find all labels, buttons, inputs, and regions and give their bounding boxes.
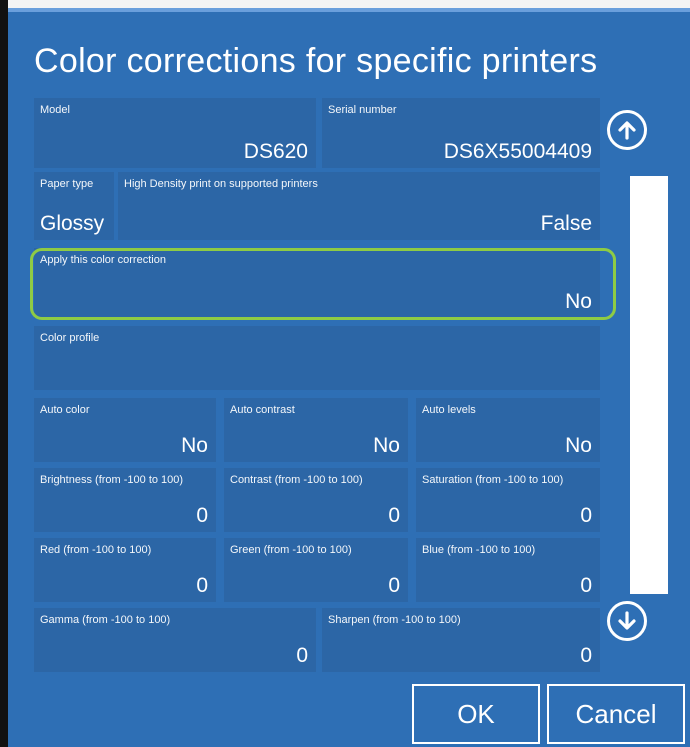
blue-field[interactable]: Blue (from -100 to 100) 0: [416, 538, 600, 602]
high-density-field[interactable]: High Density print on supported printers…: [118, 172, 600, 240]
arrow-down-circle-icon: [618, 611, 636, 630]
saturation-label: Saturation (from -100 to 100): [422, 474, 564, 486]
serial-number-field[interactable]: Serial number DS6X55004409: [322, 98, 600, 168]
serial-number-value: DS6X55004409: [443, 140, 592, 163]
auto-color-field[interactable]: Auto color No: [34, 398, 216, 462]
window-top-edge: [8, 0, 690, 8]
brightness-value: 0: [196, 504, 208, 527]
paper-type-label: Paper type: [40, 178, 94, 190]
auto-color-label: Auto color: [40, 404, 90, 416]
scroll-down-button[interactable]: [607, 601, 647, 641]
sharpen-value: 0: [580, 644, 592, 667]
auto-contrast-field[interactable]: Auto contrast No: [224, 398, 408, 462]
apply-correction-highlight: [30, 248, 616, 320]
auto-contrast-value: No: [373, 434, 400, 457]
model-field[interactable]: Model DS620: [34, 98, 316, 168]
color-corrections-dialog: Color corrections for specific printers …: [8, 8, 690, 747]
red-value: 0: [196, 574, 208, 597]
arrow-up-circle-icon: [618, 121, 636, 140]
high-density-label: High Density print on supported printers: [124, 178, 318, 190]
sharpen-field[interactable]: Sharpen (from -100 to 100) 0: [322, 608, 600, 672]
saturation-field[interactable]: Saturation (from -100 to 100) 0: [416, 468, 600, 532]
window-left-edge: [0, 0, 8, 747]
auto-levels-value: No: [565, 434, 592, 457]
scroll-up-button[interactable]: [607, 110, 647, 150]
gamma-value: 0: [296, 644, 308, 667]
serial-number-label: Serial number: [328, 104, 397, 116]
auto-levels-label: Auto levels: [422, 404, 476, 416]
auto-contrast-label: Auto contrast: [230, 404, 295, 416]
gamma-label: Gamma (from -100 to 100): [40, 614, 171, 626]
auto-color-value: No: [181, 434, 208, 457]
green-label: Green (from -100 to 100): [230, 544, 352, 556]
ok-button[interactable]: OK: [412, 684, 540, 744]
contrast-field[interactable]: Contrast (from -100 to 100) 0: [224, 468, 408, 532]
dialog-title: Color corrections for specific printers: [34, 42, 598, 80]
brightness-label: Brightness (from -100 to 100): [40, 474, 184, 486]
model-label: Model: [40, 104, 70, 116]
color-profile-field[interactable]: Color profile: [34, 326, 600, 390]
high-density-value: False: [540, 212, 592, 235]
paper-type-value: Glossy: [40, 212, 105, 235]
contrast-label: Contrast (from -100 to 100): [230, 474, 363, 486]
gamma-field[interactable]: Gamma (from -100 to 100) 0: [34, 608, 316, 672]
blue-value: 0: [580, 574, 592, 597]
green-field[interactable]: Green (from -100 to 100) 0: [224, 538, 408, 602]
color-profile-label: Color profile: [40, 332, 100, 344]
auto-levels-field[interactable]: Auto levels No: [416, 398, 600, 462]
cancel-button[interactable]: Cancel: [547, 684, 685, 744]
scrollbar-track[interactable]: [630, 176, 668, 594]
red-label: Red (from -100 to 100): [40, 544, 152, 556]
model-value: DS620: [243, 140, 308, 163]
blue-label: Blue (from -100 to 100): [422, 544, 536, 556]
paper-type-field[interactable]: Paper type Glossy: [34, 172, 114, 240]
sharpen-label: Sharpen (from -100 to 100): [328, 614, 461, 626]
red-field[interactable]: Red (from -100 to 100) 0: [34, 538, 216, 602]
saturation-value: 0: [580, 504, 592, 527]
contrast-value: 0: [388, 504, 400, 527]
green-value: 0: [388, 574, 400, 597]
brightness-field[interactable]: Brightness (from -100 to 100) 0: [34, 468, 216, 532]
